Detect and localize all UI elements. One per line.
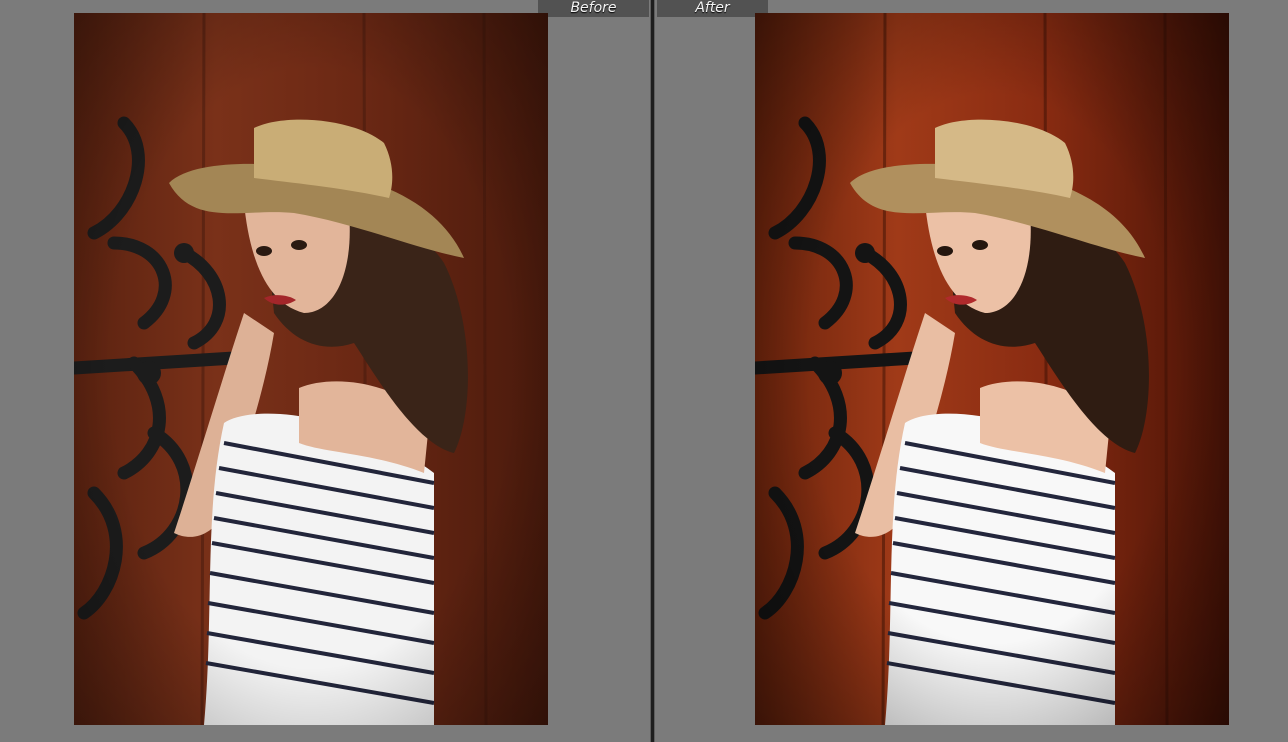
before-label: Before <box>538 0 649 17</box>
after-pane: After <box>655 0 1288 742</box>
before-photo-image <box>74 13 548 725</box>
before-photo[interactable] <box>74 13 548 725</box>
before-pane: Before <box>0 0 650 742</box>
after-label: After <box>657 0 768 17</box>
after-photo-image <box>755 13 1229 725</box>
before-after-viewer: Before After <box>0 0 1288 742</box>
after-photo[interactable] <box>755 13 1229 725</box>
